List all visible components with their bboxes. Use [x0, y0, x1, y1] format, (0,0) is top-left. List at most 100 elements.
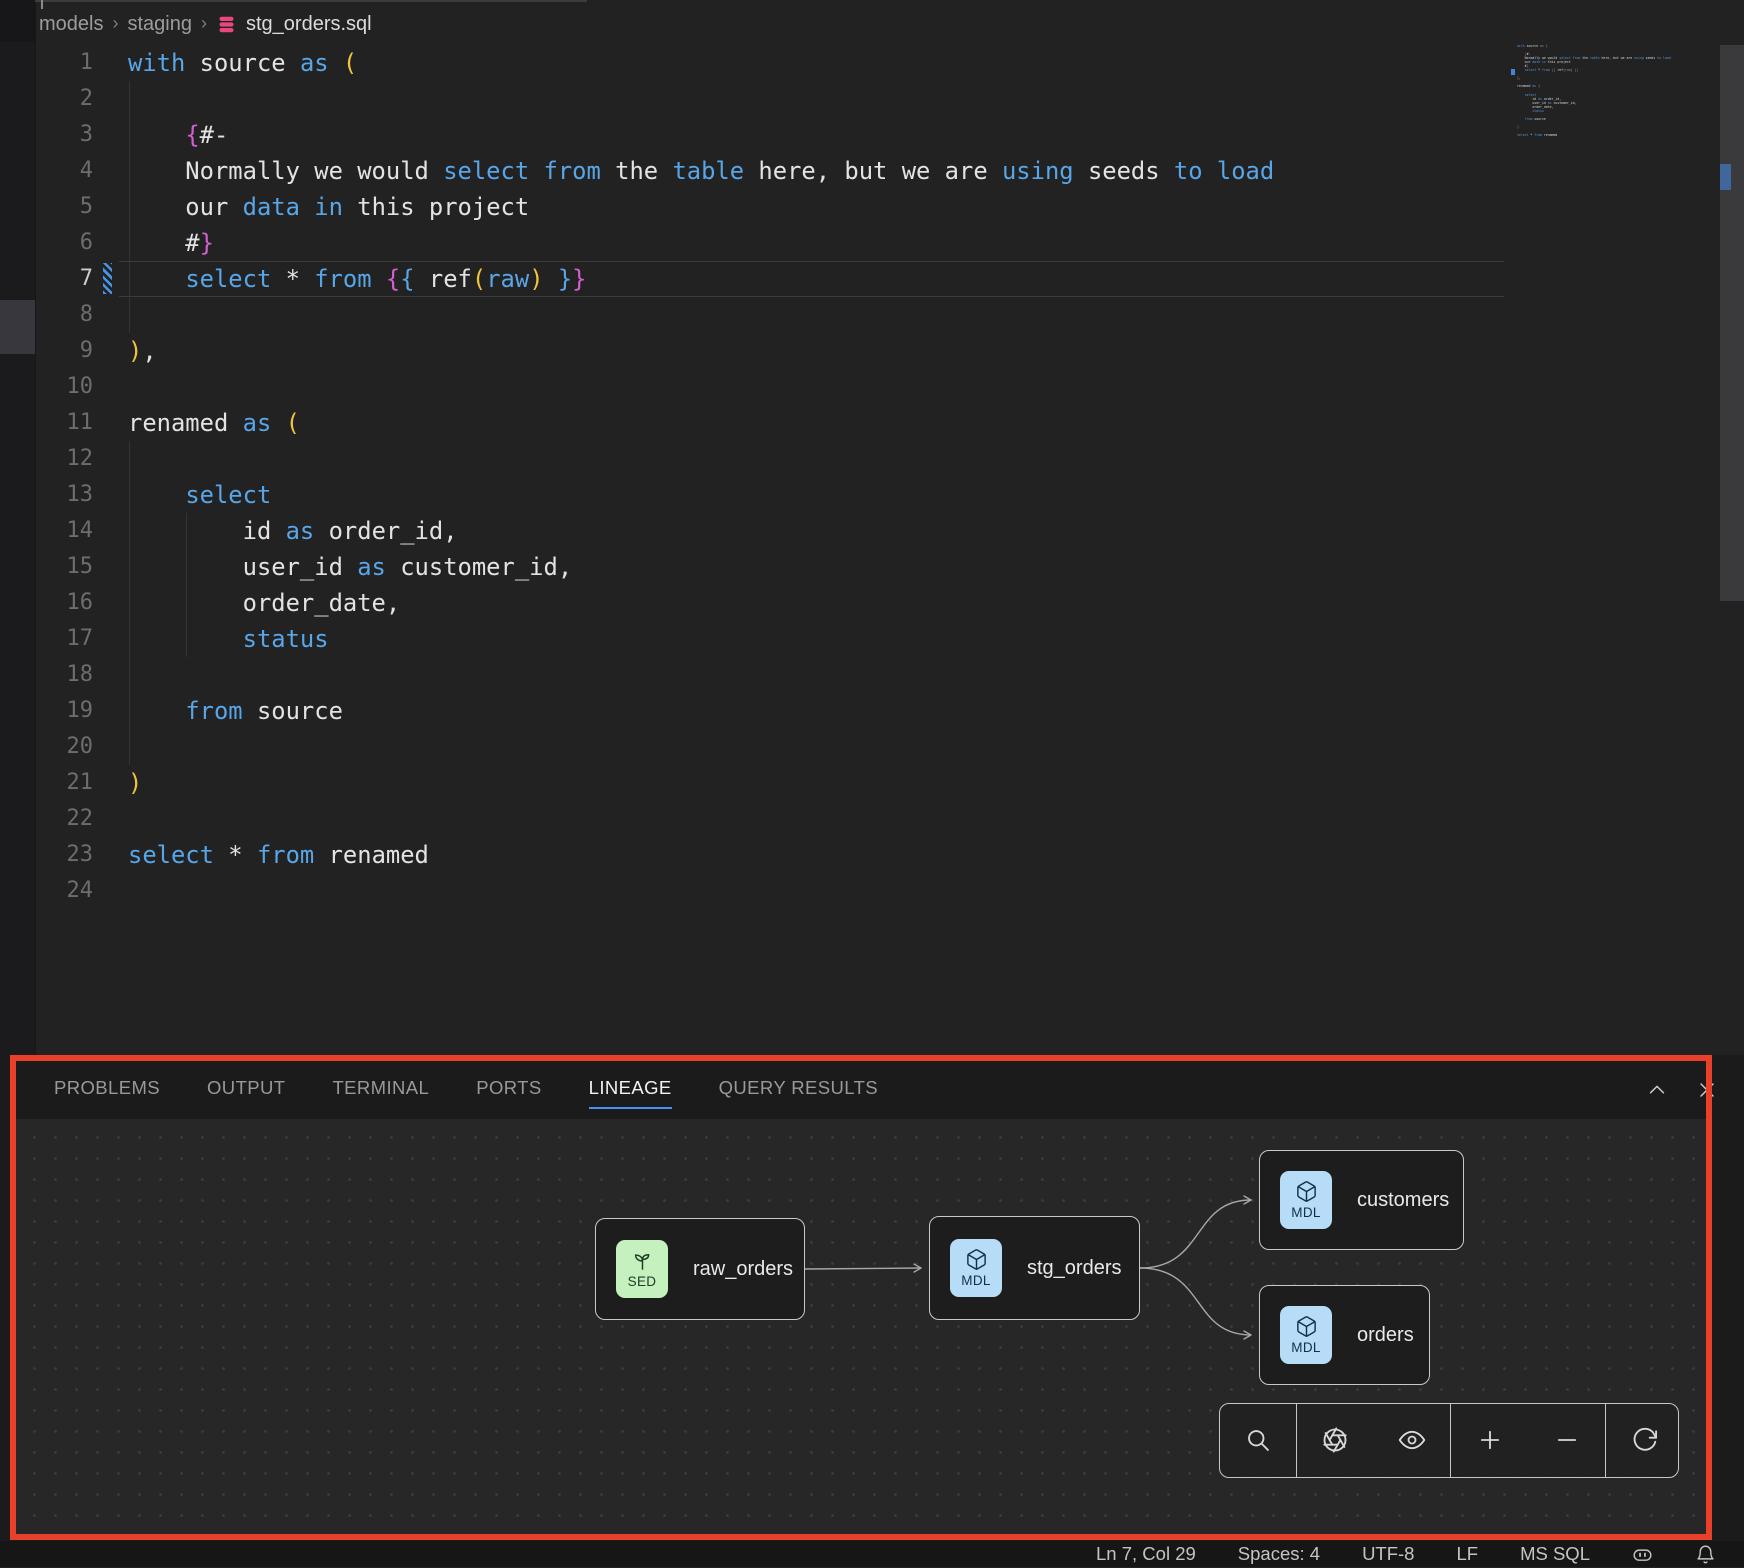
cube-icon: [1295, 1315, 1318, 1338]
bottom-panel: PROBLEMS OUTPUT TERMINAL PORTS LINEAGE QUERY …: [0, 1055, 1744, 1541]
breadcrumb-separator: ›: [201, 13, 207, 34]
lineage-canvas[interactable]: SEDraw_ordersMDLstg_ordersMDLcustomersMD…: [16, 1119, 1712, 1534]
code-line: renamed as (: [128, 405, 1274, 441]
scrollbar-slider[interactable]: [1720, 45, 1744, 601]
line-number: 3: [35, 117, 93, 153]
status-indentation[interactable]: Spaces: 4: [1238, 1543, 1320, 1565]
status-language-mode[interactable]: MS SQL: [1520, 1543, 1590, 1565]
mdl-badge: MDL: [1280, 1171, 1332, 1229]
code-line: [128, 81, 1274, 117]
panel-actions: [1646, 1079, 1724, 1101]
code-line: [128, 873, 1274, 909]
code-line: Normally we would select from the table …: [128, 153, 1274, 189]
lineage-node-orders[interactable]: MDL orders: [1259, 1285, 1430, 1385]
code-line: select * from {{ ref(raw) }}: [128, 261, 1274, 297]
line-number: 16: [35, 585, 93, 621]
lineage-edge-stg_orders-to-orders: [1140, 1268, 1251, 1335]
code-line: ),: [128, 333, 1274, 369]
lineage-node-stg_orders[interactable]: MDL stg_orders: [929, 1216, 1140, 1320]
line-number: 6: [35, 225, 93, 261]
lineage-toolbar: [1219, 1403, 1679, 1478]
node-label: raw_orders: [693, 1258, 793, 1281]
code-line: status: [128, 621, 1274, 657]
badge-label: MDL: [1291, 1205, 1320, 1220]
status-bar: Ln 7, Col 29 Spaces: 4 UTF-8 LF MS SQL: [0, 1541, 1744, 1567]
code-line: [128, 297, 1274, 333]
badge-label: MDL: [961, 1273, 990, 1288]
editor-tab-edge: [35, 0, 587, 2]
vscode-window: { "colors": { "keyword_blue": "#58a6e8",…: [0, 0, 1744, 1567]
code-line: with source as (: [128, 45, 1274, 81]
eye-icon: [1398, 1426, 1426, 1454]
line-number: 19: [35, 693, 93, 729]
panel-close-button[interactable]: [1696, 1079, 1718, 1101]
refresh-button[interactable]: [1630, 1426, 1660, 1456]
copilot-icon: [1632, 1544, 1653, 1565]
code-line: [128, 801, 1274, 837]
breadcrumb-separator: ›: [112, 13, 118, 34]
left-rail: [0, 0, 36, 1055]
cube-icon: [1295, 1180, 1318, 1203]
tab-lineage[interactable]: LINEAGE: [589, 1071, 672, 1109]
tab-ports[interactable]: PORTS: [476, 1071, 541, 1109]
minus-button[interactable]: [1552, 1426, 1582, 1456]
chevron-up-icon: [1646, 1079, 1668, 1101]
copilot-button[interactable]: [1632, 1544, 1653, 1565]
aperture-icon: [1321, 1426, 1349, 1454]
line-number: 23: [35, 837, 93, 873]
lineage-node-raw_orders[interactable]: SEDraw_orders: [595, 1218, 805, 1320]
lineage-node-customers[interactable]: MDL customers: [1259, 1150, 1464, 1250]
eye-button[interactable]: [1397, 1426, 1427, 1456]
minus-icon: [1553, 1426, 1581, 1454]
code-line: [128, 729, 1274, 765]
editor-scrollbar[interactable]: [1718, 40, 1744, 1052]
line-number: 9: [35, 333, 93, 369]
toolbar-group: [1296, 1404, 1450, 1477]
line-number: 2: [35, 81, 93, 117]
database-icon: [216, 14, 237, 35]
seedling-icon: [631, 1249, 654, 1272]
line-number: 4: [35, 153, 93, 189]
code-line: [128, 369, 1274, 405]
plus-button[interactable]: [1475, 1426, 1505, 1456]
search-button[interactable]: [1243, 1426, 1273, 1456]
code-line: [1517, 137, 1709, 141]
code-line: [128, 441, 1274, 477]
badge-label: MDL: [1291, 1340, 1320, 1355]
code-content[interactable]: with source as ( {#- Normally we would s…: [128, 45, 1274, 909]
status-eol[interactable]: LF: [1456, 1543, 1478, 1565]
status-cursor-position[interactable]: Ln 7, Col 29: [1096, 1543, 1196, 1565]
lineage-edge-raw_orders-to-stg_orders: [805, 1268, 921, 1269]
node-label: stg_orders: [1027, 1257, 1122, 1280]
tab-query-results[interactable]: QUERY RESULTS: [719, 1071, 878, 1109]
line-number: 14: [35, 513, 93, 549]
tab-problems[interactable]: PROBLEMS: [54, 1071, 160, 1109]
line-number: 20: [35, 729, 93, 765]
modified-line-indicator: [103, 263, 112, 294]
aperture-button[interactable]: [1320, 1426, 1350, 1456]
line-number: 8: [35, 297, 93, 333]
node-label: orders: [1357, 1324, 1414, 1347]
code-line: from source: [128, 693, 1274, 729]
line-number: 1: [35, 45, 93, 81]
breadcrumb-item-models[interactable]: models: [39, 13, 103, 36]
tab-output[interactable]: OUTPUT: [207, 1071, 285, 1109]
code-editor[interactable]: 123456789101112131415161718192021222324 …: [35, 45, 1510, 1049]
panel-maximize-button[interactable]: [1646, 1079, 1668, 1101]
notifications-button[interactable]: [1695, 1544, 1716, 1565]
status-encoding[interactable]: UTF-8: [1362, 1543, 1414, 1565]
code-line: {#-: [128, 117, 1274, 153]
node-label: customers: [1357, 1189, 1449, 1212]
left-rail-scrollbar[interactable]: [0, 300, 35, 354]
line-number: 15: [35, 549, 93, 585]
code-line: [128, 657, 1274, 693]
minimap[interactable]: with source as ( {#- Normally we would s…: [1517, 44, 1709, 154]
editor-gutter: 123456789101112131415161718192021222324: [35, 45, 93, 909]
line-number: 5: [35, 189, 93, 225]
breadcrumb-file-name[interactable]: stg_orders.sql: [246, 13, 372, 36]
breadcrumb-item-staging[interactable]: staging: [127, 13, 192, 36]
tab-terminal[interactable]: TERMINAL: [332, 1071, 429, 1109]
line-number: 13: [35, 477, 93, 513]
toolbar-group: [1450, 1404, 1605, 1477]
breadcrumb: models › staging › stg_orders.sql: [39, 8, 372, 40]
